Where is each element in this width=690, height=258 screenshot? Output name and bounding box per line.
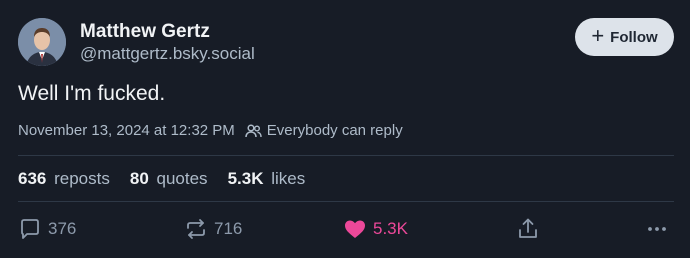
more-options-button[interactable] — [645, 217, 675, 241]
post-meta: November 13, 2024 at 12:32 PM Everybody … — [18, 122, 403, 139]
reply-count: 376 — [48, 219, 77, 238]
share-icon — [519, 218, 537, 238]
reply-setting: Everybody can reply — [245, 122, 403, 139]
follow-button-label: Follow — [610, 28, 658, 46]
divider — [18, 201, 674, 202]
plus-icon: + — [591, 23, 605, 48]
more-icon — [648, 227, 666, 231]
heart-icon — [345, 220, 365, 238]
avatar[interactable] — [18, 18, 66, 66]
avatar-image — [18, 18, 66, 66]
author-handle[interactable]: @mattgertz.bsky.social — [80, 44, 255, 64]
repost-action-count: 716 — [214, 219, 243, 238]
post-timestamp[interactable]: November 13, 2024 at 12:32 PM — [18, 122, 235, 139]
follow-button[interactable]: + Follow — [575, 18, 674, 56]
repost-count[interactable]: 636 reposts — [18, 169, 110, 189]
reply-setting-label: Everybody can reply — [266, 122, 403, 139]
like-button[interactable]: 5.3K — [343, 217, 408, 241]
like-action-count: 5.3K — [373, 219, 408, 238]
reply-icon — [21, 219, 39, 239]
people-icon — [245, 123, 262, 137]
repost-button[interactable]: 716 — [184, 217, 242, 241]
author-name[interactable]: Matthew Gertz — [80, 21, 210, 43]
post-actions: 376 716 5.3K — [0, 217, 690, 245]
share-button[interactable] — [516, 217, 546, 241]
like-count[interactable]: 5.3K likes — [228, 169, 306, 189]
post-text: Well I'm fucked. — [18, 82, 166, 105]
engagement-stats: 636 reposts 80 quotes 5.3K likes — [18, 169, 325, 189]
divider — [18, 155, 674, 156]
reply-button[interactable]: 376 — [18, 217, 76, 241]
repost-icon — [187, 219, 205, 239]
quote-count[interactable]: 80 quotes — [130, 169, 208, 189]
